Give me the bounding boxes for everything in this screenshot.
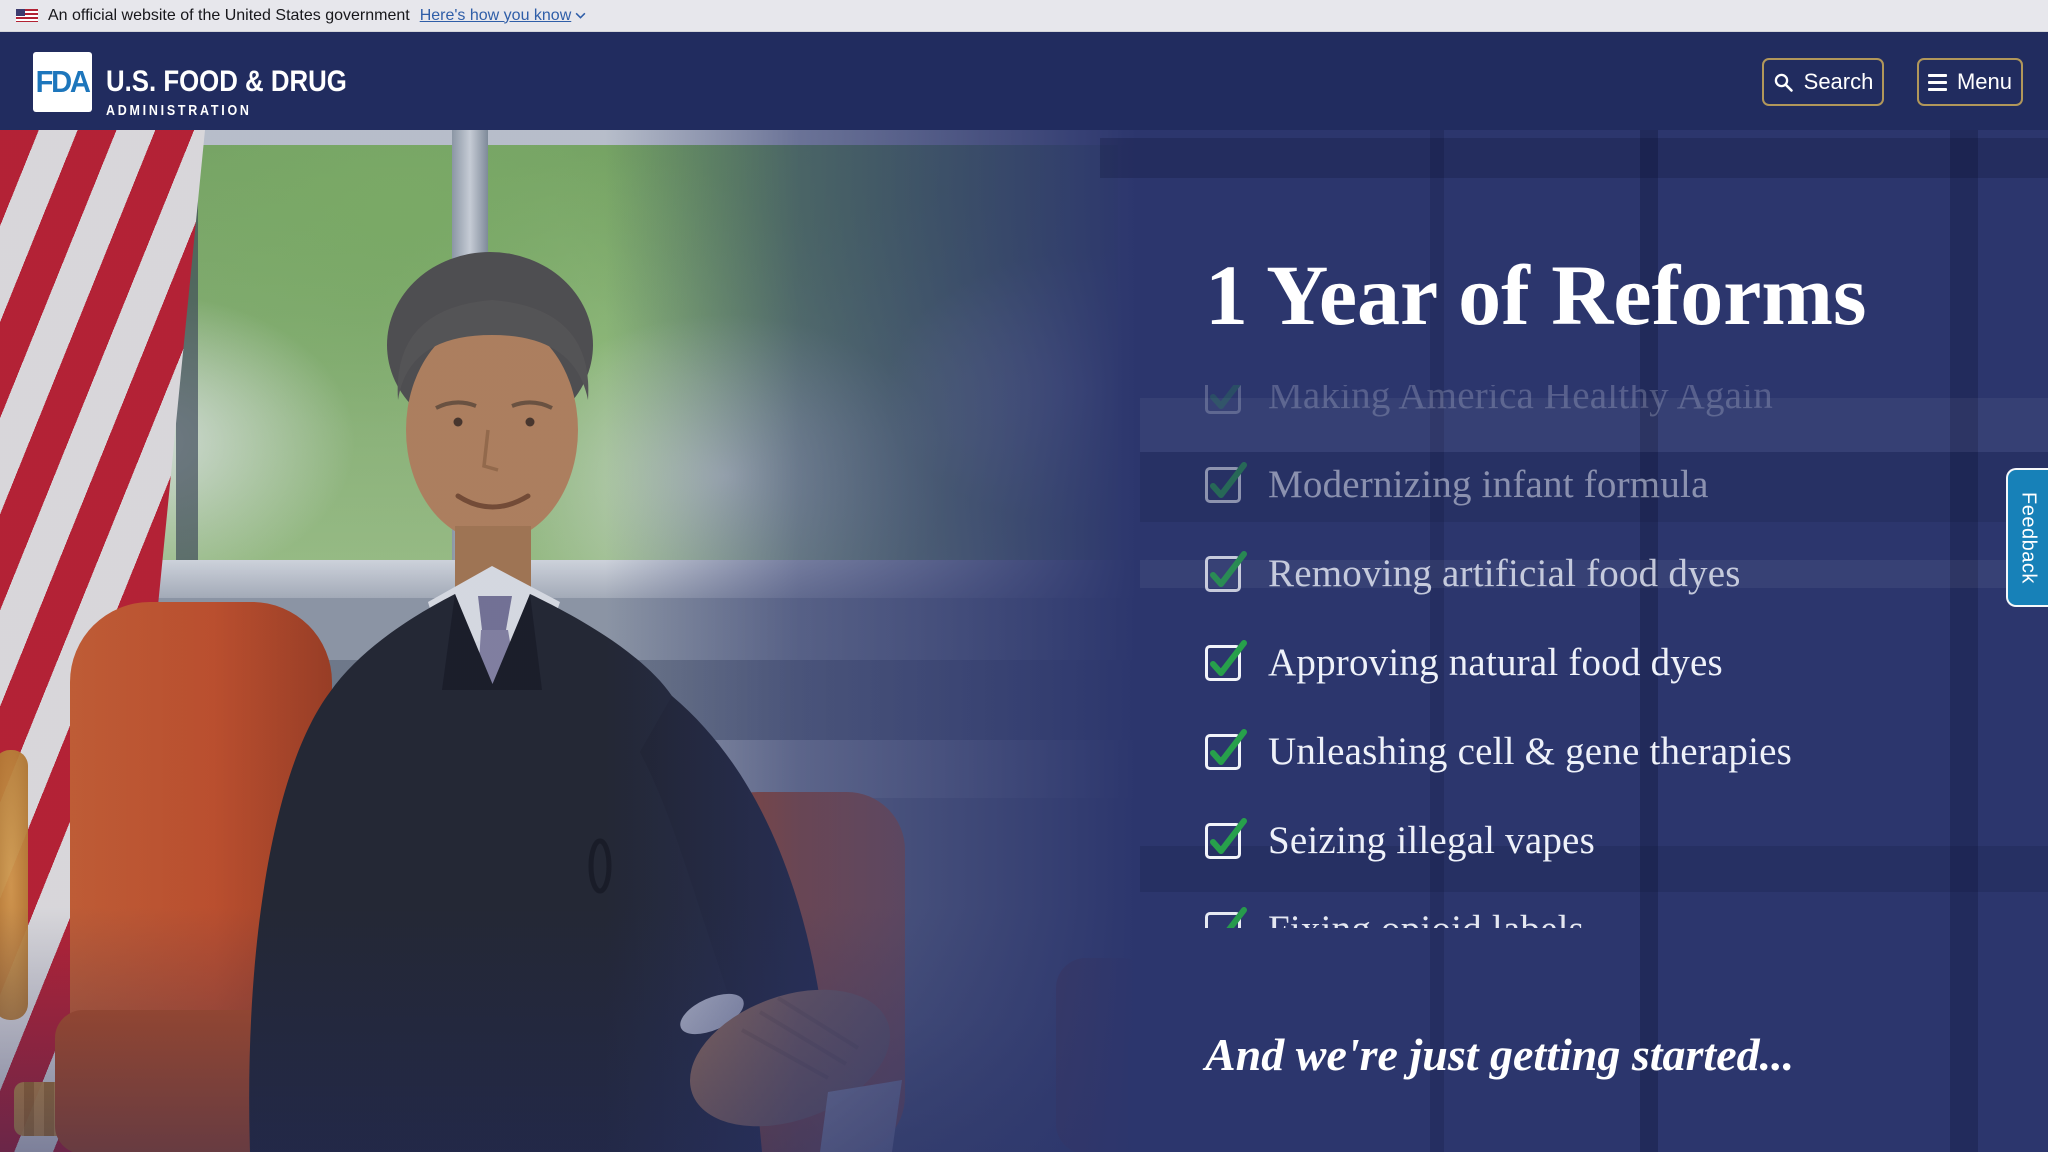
menu-icon <box>1928 74 1947 91</box>
checkbox-checked-icon <box>1205 556 1241 592</box>
chevron-down-icon <box>575 12 586 19</box>
fda-logo[interactable]: FDA <box>33 52 92 112</box>
reform-item-label: Making America Healthy Again <box>1268 385 1773 418</box>
agency-title: U.S. FOOD & DRUG ADMINISTRATION <box>106 65 386 119</box>
checkbox-checked-icon <box>1205 467 1241 503</box>
reform-item-label: Removing artificial food dyes <box>1268 551 1741 596</box>
search-button-label: Search <box>1804 69 1874 95</box>
bg-band <box>1100 138 2048 178</box>
reforms-carousel: Making America Healthy Again Modernizing… <box>1205 385 2015 928</box>
reform-item: Making America Healthy Again <box>1205 385 2015 440</box>
fda-logo-text: FDA <box>36 64 89 100</box>
reform-item: Modernizing infant formula <box>1205 440 2015 529</box>
reform-item: Fixing opioid labels <box>1205 885 2015 928</box>
checkbox-checked-icon <box>1205 385 1241 414</box>
reform-item-label: Modernizing infant formula <box>1268 462 1709 507</box>
reform-item: Seizing illegal vapes <box>1205 796 2015 885</box>
reform-item-label: Approving natural food dyes <box>1268 640 1723 685</box>
feedback-button[interactable]: Feedback <box>2006 468 2048 607</box>
hero-heading: 1 Year of Reforms <box>1205 252 1867 338</box>
site-header: FDA U.S. FOOD & DRUG ADMINISTRATION Sear… <box>0 32 2048 130</box>
checkbox-checked-icon <box>1205 912 1241 929</box>
checkbox-checked-icon <box>1205 645 1241 681</box>
us-flag-icon <box>16 9 38 22</box>
hero-tagline: And we're just getting started... <box>1205 1028 1794 1081</box>
reform-item-label: Seizing illegal vapes <box>1268 818 1595 863</box>
agency-title-line2: ADMINISTRATION <box>106 103 347 119</box>
how-you-know-link[interactable]: Here's how you know <box>420 7 587 25</box>
how-you-know-label: Here's how you know <box>420 7 572 25</box>
reform-item-label: Fixing opioid labels <box>1268 907 1584 928</box>
reform-item: Approving natural food dyes <box>1205 618 2015 707</box>
reform-item: Removing artificial food dyes <box>1205 529 2015 618</box>
search-icon <box>1773 72 1794 93</box>
agency-title-line1: U.S. FOOD & DRUG <box>106 65 347 99</box>
reforms-list: Making America Healthy Again Modernizing… <box>1205 385 2015 928</box>
search-button[interactable]: Search <box>1762 58 1884 106</box>
reform-item: Unleashing cell & gene therapies <box>1205 707 2015 796</box>
reform-item-label: Unleashing cell & gene therapies <box>1268 729 1792 774</box>
feedback-label: Feedback <box>2017 492 2040 584</box>
gov-banner: An official website of the United States… <box>0 0 2048 32</box>
menu-button[interactable]: Menu <box>1917 58 2023 106</box>
hero-section: 1 Year of Reforms Making America Healthy… <box>0 130 2048 1152</box>
hero-photo <box>0 130 1210 1152</box>
checkbox-checked-icon <box>1205 734 1241 770</box>
gov-banner-text: An official website of the United States… <box>48 7 410 25</box>
photo-fade-overlay <box>0 130 1210 1152</box>
menu-button-label: Menu <box>1957 69 2012 95</box>
checkbox-checked-icon <box>1205 823 1241 859</box>
